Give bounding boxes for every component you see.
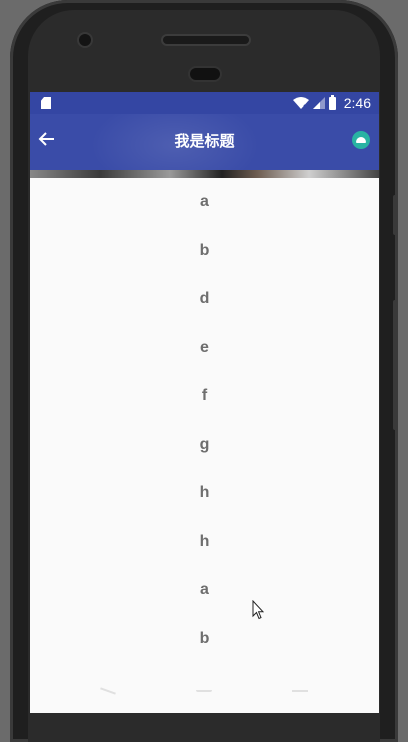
list-item[interactable]: h [30,469,379,518]
list-item[interactable]: g [30,421,379,470]
status-bar: 2:46 [30,92,379,114]
status-icons: 2:46 [292,92,371,114]
list-item[interactable]: e [30,324,379,373]
earpiece-speaker [163,36,249,44]
status-time: 2:46 [343,95,371,111]
signal-icon [312,97,325,109]
battery-icon [328,94,336,110]
screen: 2:46 我是标题 a b d e f g h h a b [30,92,379,713]
nav-back-hint [100,687,116,695]
nav-home-hint [196,690,212,692]
power-button [393,195,398,235]
sd-card-icon [41,97,51,109]
list-item[interactable]: b [30,615,379,664]
android-icon[interactable] [352,131,370,149]
list-item[interactable]: h [30,518,379,567]
volume-button [393,300,398,430]
list-item[interactable]: d [30,275,379,324]
nav-recents-hint [292,690,308,692]
page-title: 我是标题 [174,133,235,150]
proximity-sensor [190,68,220,80]
wifi-icon [292,97,309,109]
mouse-cursor-icon [252,600,264,620]
list-item[interactable]: a [30,566,379,615]
list-item[interactable]: b [30,227,379,276]
item-list[interactable]: a b d e f g h h a b [30,178,379,663]
list-item[interactable]: a [30,178,379,227]
front-camera [79,34,91,46]
list-item[interactable]: f [30,372,379,421]
header-image-strip [30,170,379,178]
